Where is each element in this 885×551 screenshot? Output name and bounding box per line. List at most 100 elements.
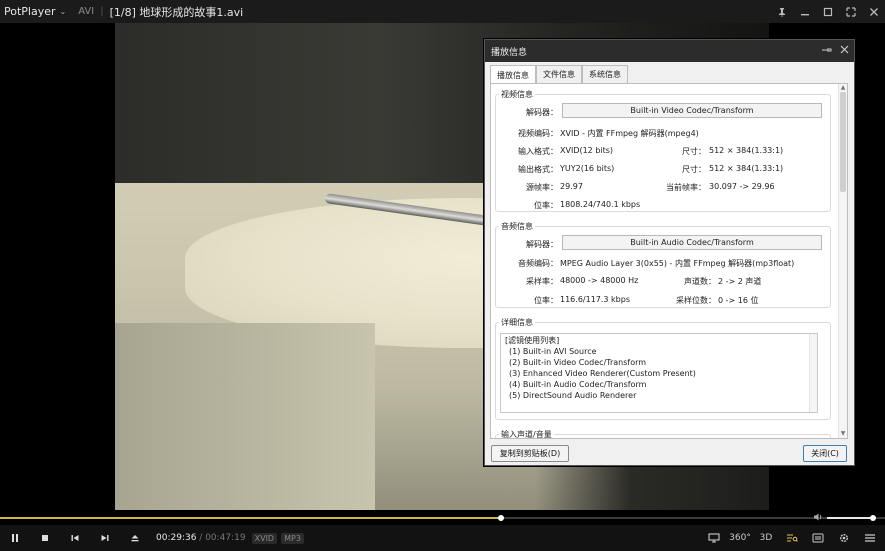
dialog-close-icon[interactable] — [840, 45, 849, 57]
filter-item: (1) Built-in AVI Source — [509, 347, 597, 356]
close-icon[interactable] — [867, 5, 881, 19]
filter-list-header: [滤镜使用列表] — [505, 336, 560, 345]
current-fps-value: 30.097 -> 29.96 — [709, 182, 775, 191]
dialog-tabs: 播放信息 文件信息 系统信息 — [490, 65, 628, 84]
window-title: [1/8] 地球形成的故事1.avi — [109, 5, 244, 19]
chevron-down-icon: ⌄ — [59, 7, 67, 16]
sample-rate-label: 采样率： — [526, 277, 558, 286]
video-decoder-button[interactable]: Built-in Video Codec/Transform — [562, 103, 822, 118]
filter-list-scrollbar[interactable] — [809, 334, 817, 412]
filter-item: (5) DirectSound Audio Renderer — [509, 391, 637, 400]
filter-item: (3) Enhanced Video Renderer(Custom Prese… — [509, 369, 696, 378]
video-codec-label: 视频编码： — [518, 129, 558, 138]
audio-info-label: 音频信息 — [499, 221, 535, 232]
vr-360-button[interactable]: 360° — [729, 525, 751, 551]
tab-panel: ▲ ▼ 视频信息 解码器： Built-in Video Codec/Trans… — [490, 83, 848, 439]
audio-codec-value: MPEG Audio Layer 3(0x55) - 内置 FFmpeg 解码器… — [560, 259, 795, 268]
playlist-search-icon[interactable] — [781, 525, 803, 551]
pause-icon[interactable] — [0, 525, 30, 551]
copy-to-clipboard-button[interactable]: 复制到剪贴板(D) — [491, 445, 569, 462]
monitor-icon[interactable] — [703, 525, 725, 551]
panel-scrollbar[interactable]: ▲ ▼ — [838, 84, 847, 438]
volume-handle[interactable] — [869, 515, 876, 521]
output-size-label: 尺寸： — [682, 165, 706, 174]
app-menu-button[interactable]: PotPlayer ⌄ — [0, 5, 66, 18]
dialog-title-bar[interactable]: 播放信息 — [485, 40, 854, 62]
gear-icon[interactable] — [833, 525, 855, 551]
filter-item: (4) Built-in Audio Codec/Transform — [509, 380, 647, 389]
audio-bitrate-value: 116.6/117.3 kbps — [560, 295, 630, 304]
volume-control[interactable] — [813, 511, 885, 525]
tab-file-info[interactable]: 文件信息 — [536, 65, 582, 83]
next-icon[interactable] — [90, 525, 120, 551]
video-codec-badge: XVID — [251, 532, 278, 544]
right-controls: 360° 3D — [703, 525, 881, 551]
current-time: 00:29:36 — [156, 533, 197, 543]
filter-list[interactable]: [滤镜使用列表] (1) Built-in AVI Source (2) Bui… — [500, 333, 818, 413]
potplayer-window: PotPlayer ⌄ AVI | [1/8] 地球形成的故事1.avi 00:… — [0, 0, 885, 551]
details-label: 详细信息 — [499, 317, 535, 328]
previous-icon[interactable] — [60, 525, 90, 551]
sample-rate-value: 48000 -> 48000 Hz — [560, 276, 639, 285]
seek-handle[interactable] — [497, 515, 504, 521]
video-codec-value: XVID - 内置 FFmpeg 解码器(mpeg4) — [560, 129, 699, 138]
time-separator: / — [196, 533, 206, 543]
current-fps-label: 当前帧率： — [666, 183, 706, 192]
video-bitrate-label: 位率： — [534, 201, 558, 210]
maximize-icon[interactable] — [844, 5, 858, 19]
app-name: PotPlayer — [4, 5, 56, 18]
bit-depth-value: 0 -> 16 位 — [718, 296, 759, 305]
audio-info-group: 音频信息 解码器： Built-in Audio Codec/Transform… — [495, 221, 831, 308]
stop-icon[interactable] — [30, 525, 60, 551]
input-size-value: 512 × 384(1.33:1) — [709, 146, 784, 155]
menu-icon[interactable] — [859, 525, 881, 551]
output-format-label: 输出格式： — [518, 165, 558, 174]
subtitle-icon[interactable] — [807, 525, 829, 551]
audio-decoder-label: 解码器： — [526, 240, 558, 249]
video-info-group: 视频信息 解码器： Built-in Video Codec/Transform… — [495, 89, 831, 212]
video-bitrate-value: 1808.24/740.1 kbps — [560, 200, 641, 209]
control-bar: 00:29:36 / 00:47:19 XVID MP3 360° 3D — [0, 525, 885, 551]
eject-icon[interactable] — [120, 525, 150, 551]
input-channel-group: 输入声道/音量 — [495, 429, 831, 438]
audio-bitrate-label: 位率： — [534, 296, 558, 305]
audio-codec-label: 音频编码： — [518, 259, 558, 268]
title-separator: | — [100, 6, 104, 17]
tab-system-info[interactable]: 系统信息 — [582, 65, 628, 83]
scrollbar-thumb[interactable] — [840, 92, 846, 192]
output-size-value: 512 × 384(1.33:1) — [709, 164, 784, 173]
channels-label: 声道数： — [684, 277, 716, 286]
source-fps-label: 源帧率： — [526, 183, 558, 192]
input-format-label: 输入格式： — [518, 147, 558, 156]
video-info-label: 视频信息 — [499, 89, 535, 100]
dialog-title: 播放信息 — [491, 47, 528, 58]
3d-button[interactable]: 3D — [755, 525, 777, 551]
format-label: AVI — [78, 6, 95, 17]
seek-progress — [0, 517, 501, 519]
tab-playback-info[interactable]: 播放信息 — [490, 65, 536, 84]
scroll-up-icon[interactable]: ▲ — [839, 84, 847, 92]
video-shadow — [115, 323, 375, 510]
scroll-down-icon[interactable]: ▼ — [839, 430, 847, 438]
output-format-value: YUY2(16 bits) — [560, 164, 615, 173]
audio-decoder-button[interactable]: Built-in Audio Codec/Transform — [562, 235, 822, 250]
filter-item: (2) Built-in Video Codec/Transform — [509, 358, 647, 367]
restore-icon[interactable] — [821, 5, 835, 19]
video-decoder-label: 解码器： — [526, 108, 558, 117]
audio-codec-badge: MP3 — [281, 532, 304, 544]
input-channel-label: 输入声道/音量 — [499, 429, 554, 439]
bit-depth-label: 采样位数： — [676, 296, 716, 305]
total-time: 00:47:19 — [205, 533, 246, 543]
title-bar: PotPlayer ⌄ AVI | [1/8] 地球形成的故事1.avi — [0, 0, 885, 23]
dialog-footer: 复制到剪贴板(D) 关闭(C) — [485, 442, 854, 465]
seek-bar[interactable] — [0, 511, 885, 525]
input-size-label: 尺寸： — [682, 147, 706, 156]
time-display: 00:29:36 / 00:47:19 — [156, 533, 246, 543]
close-button[interactable]: 关闭(C) — [803, 445, 847, 462]
dialog-pin-icon[interactable] — [822, 45, 832, 58]
speaker-icon[interactable] — [813, 512, 823, 525]
details-group: 详细信息 [滤镜使用列表] (1) Built-in AVI Source (2… — [495, 317, 831, 420]
minimize-icon[interactable] — [798, 5, 812, 19]
pin-icon[interactable] — [775, 5, 789, 19]
channels-value: 2 -> 2 声道 — [718, 277, 762, 286]
